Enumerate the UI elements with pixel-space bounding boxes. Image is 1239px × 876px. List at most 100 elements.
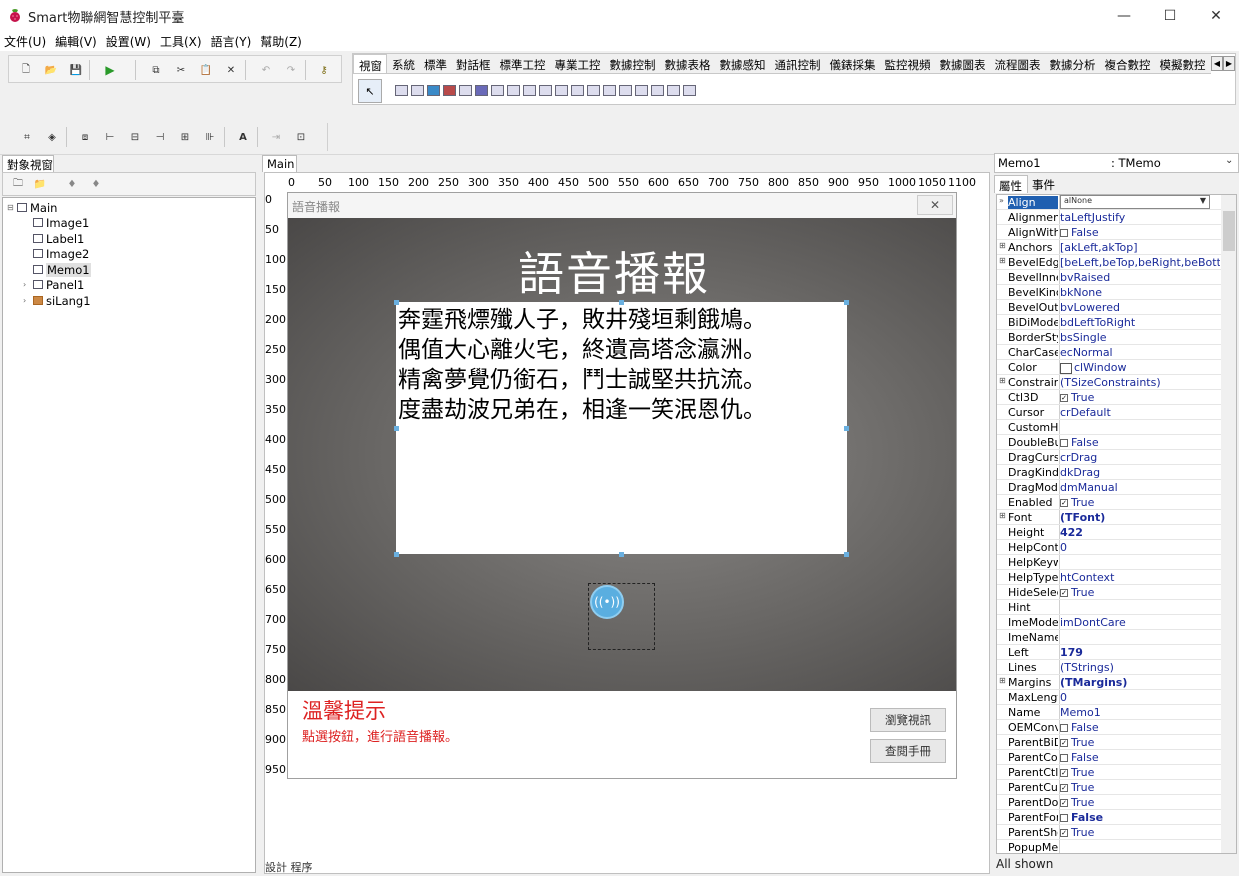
- ok-component-icon[interactable]: [683, 84, 696, 96]
- heading-label[interactable]: 語音播報: [518, 238, 710, 304]
- resize-handle[interactable]: [394, 300, 399, 305]
- open-folder-icon[interactable]: 📂: [42, 61, 60, 79]
- palette-tab[interactable]: 數據圖表: [935, 54, 990, 73]
- panel-component-icon[interactable]: [427, 84, 440, 96]
- splitter-component-icon[interactable]: [491, 84, 504, 96]
- tree-node-panel1[interactable]: › Panel1: [23, 277, 84, 292]
- align-right-icon[interactable]: ⊣: [151, 128, 169, 146]
- checkbox-icon[interactable]: ✓: [1060, 799, 1068, 807]
- move-up-icon[interactable]: ♦: [63, 175, 81, 193]
- read-manual-button[interactable]: 查閱手冊: [870, 739, 946, 763]
- creation-order-icon[interactable]: ⊡: [292, 128, 310, 146]
- color-swatch[interactable]: [1060, 362, 1072, 374]
- designed-form[interactable]: 語音播報 ✕ 語音播報 奔霆飛熛殲人子，敗井殘垣剩餓鳩。 偶值大心離火宅，終遺高…: [287, 192, 957, 779]
- property-value[interactable]: crDefault: [1060, 406, 1220, 419]
- frame-component-icon[interactable]: [507, 84, 520, 96]
- scrollbar-thumb[interactable]: [1223, 211, 1235, 251]
- design-surface[interactable]: 0 50 100 150 200 250 300 350 400 450 500…: [264, 172, 990, 874]
- form-component-icon[interactable]: [395, 84, 408, 96]
- property-value[interactable]: dkDrag: [1060, 466, 1220, 479]
- menu-file[interactable]: 文件(U): [4, 33, 46, 50]
- property-row[interactable]: BevelOuterbvLowered: [997, 300, 1221, 315]
- form-component-icon[interactable]: [411, 84, 424, 96]
- resize-handle[interactable]: [619, 300, 624, 305]
- checkbox-icon[interactable]: ✓: [1060, 394, 1068, 402]
- property-value[interactable]: ✓ True: [1060, 736, 1220, 749]
- component-icon[interactable]: ◈: [43, 128, 61, 146]
- expand-icon[interactable]: ⊞: [999, 376, 1006, 385]
- property-value[interactable]: Memo1: [1060, 706, 1220, 719]
- property-value[interactable]: bsSingle: [1060, 331, 1220, 344]
- property-row[interactable]: MaxLength0: [997, 690, 1221, 705]
- property-row[interactable]: PopupMenu: [997, 840, 1221, 853]
- align-left-icon[interactable]: ⊢: [101, 128, 119, 146]
- property-row[interactable]: Color clWindow: [997, 360, 1221, 375]
- property-row[interactable]: Hint: [997, 600, 1221, 615]
- property-value[interactable]: 422: [1060, 526, 1220, 539]
- property-value[interactable]: dmManual: [1060, 481, 1220, 494]
- resize-handle[interactable]: [844, 300, 849, 305]
- property-value[interactable]: [beLeft,beTop,beRight,beBottom]: [1060, 256, 1220, 269]
- tree-node-image1[interactable]: Image1: [33, 215, 89, 230]
- tab-properties[interactable]: 屬性: [994, 175, 1028, 193]
- property-value[interactable]: ✓ True: [1060, 586, 1220, 599]
- property-row[interactable]: HideSelection✓True: [997, 585, 1221, 600]
- property-row[interactable]: DragKind dkDrag: [997, 465, 1221, 480]
- resize-handle[interactable]: [394, 426, 399, 431]
- property-row[interactable]: ImeName: [997, 630, 1221, 645]
- move-down-icon[interactable]: ♦: [87, 175, 105, 193]
- object-selector[interactable]: Memo1 : TMemo ⌄: [994, 153, 1239, 173]
- align-center-icon[interactable]: ⊟: [126, 128, 144, 146]
- property-row[interactable]: Left 179: [997, 645, 1221, 660]
- edit-component-icon[interactable]: [475, 84, 488, 96]
- checkbox-icon[interactable]: ✓: [1060, 829, 1068, 837]
- undo-icon[interactable]: ↶: [257, 61, 275, 79]
- property-value[interactable]: 0: [1060, 691, 1220, 704]
- palette-tab[interactable]: 數據分析: [1045, 54, 1100, 73]
- property-row[interactable]: OEMConvert False: [997, 720, 1221, 735]
- align-grid-icon[interactable]: ⌗: [18, 128, 36, 146]
- property-row[interactable]: BiDiMode bdLeftToRight: [997, 315, 1221, 330]
- bar-component-icon[interactable]: [635, 84, 648, 96]
- object-view-tab[interactable]: 對象視窗: [2, 155, 54, 172]
- expand-icon[interactable]: ⊞: [999, 676, 1006, 685]
- property-row[interactable]: Cursor crDefault: [997, 405, 1221, 420]
- property-value[interactable]: ✓ True: [1060, 496, 1220, 509]
- property-row[interactable]: » Align alNone ▼: [997, 195, 1221, 210]
- minimize-button[interactable]: —: [1101, 0, 1147, 31]
- property-value[interactable]: 179: [1060, 646, 1220, 659]
- property-value[interactable]: ✓ True: [1060, 796, 1220, 809]
- expand-icon[interactable]: ⊞: [999, 241, 1006, 250]
- tree-node-main[interactable]: ⊟ Main: [7, 200, 57, 215]
- save-icon[interactable]: 💾: [67, 61, 85, 79]
- property-value[interactable]: ✓ True: [1060, 781, 1220, 794]
- property-row[interactable]: ⊞ Anchors [akLeft,akTop]: [997, 240, 1221, 255]
- palette-tab[interactable]: 視窗: [353, 54, 387, 73]
- property-value[interactable]: taLeftJustify: [1060, 211, 1220, 224]
- palette-tab[interactable]: 數據表格: [660, 54, 715, 73]
- checkbox-icon[interactable]: ✓: [1060, 784, 1068, 792]
- property-value[interactable]: bvRaised: [1060, 271, 1220, 284]
- tree-node-silang1[interactable]: › siLang1: [23, 293, 91, 308]
- tree-node-memo1[interactable]: Memo1: [33, 262, 91, 277]
- property-value[interactable]: False: [1060, 811, 1220, 824]
- property-value[interactable]: (TFont): [1060, 511, 1220, 524]
- property-value[interactable]: 0: [1060, 541, 1220, 554]
- property-row[interactable]: Height 422: [997, 525, 1221, 540]
- resize-handle[interactable]: [844, 426, 849, 431]
- checkbox-icon[interactable]: ✓: [1060, 739, 1068, 747]
- checkbox-icon[interactable]: [1060, 439, 1068, 447]
- property-row[interactable]: ParentColor False: [997, 750, 1221, 765]
- resize-handle[interactable]: [619, 552, 624, 557]
- property-row[interactable]: BorderStylebsSingle: [997, 330, 1221, 345]
- design-code-tabs[interactable]: 設計 程序: [265, 859, 313, 875]
- background-image[interactable]: 語音播報 奔霆飛熛殲人子，敗井殘垣剩餓鳩。 偶值大心離火宅，終遺高塔念瀛洲。 精…: [288, 218, 956, 691]
- folder-icon[interactable]: 🗀: [9, 175, 27, 193]
- palette-tab[interactable]: 對話框: [451, 54, 495, 73]
- tab-order-icon[interactable]: ⇥: [267, 128, 285, 146]
- scroll-right-icon[interactable]: ▶: [1223, 56, 1235, 71]
- property-row[interactable]: Lines (TStrings): [997, 660, 1221, 675]
- search-component-icon[interactable]: [523, 84, 536, 96]
- property-row[interactable]: ParentFont False: [997, 810, 1221, 825]
- checkbox-icon[interactable]: [1060, 754, 1068, 762]
